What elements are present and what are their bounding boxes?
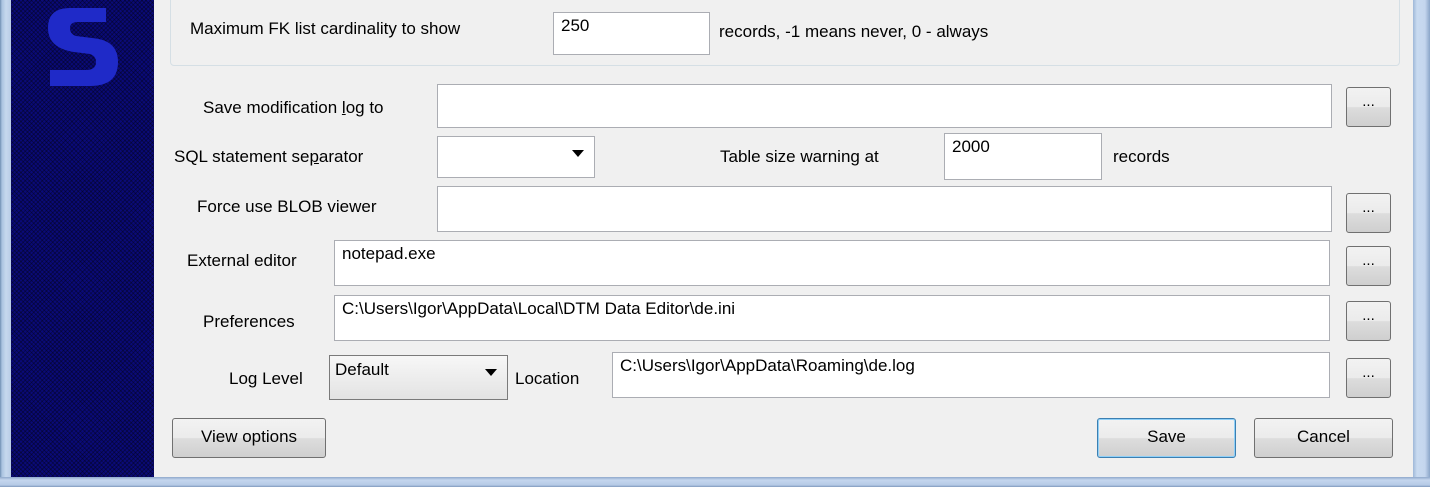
chevron-down-icon xyxy=(485,369,497,376)
log-location-label: Location xyxy=(515,369,580,388)
s-logo-icon xyxy=(48,8,118,86)
window-frame-bottom xyxy=(0,477,1430,487)
save-log-input[interactable] xyxy=(437,84,1332,128)
fk-cardinality-input[interactable]: 250 xyxy=(553,12,710,55)
table-warning-unit: records xyxy=(1113,147,1170,166)
external-editor-label: External editor xyxy=(187,251,297,270)
table-warning-input[interactable]: 2000 xyxy=(944,133,1102,180)
table-warning-label: Table size warning at xyxy=(720,147,879,166)
view-options-button[interactable]: View options xyxy=(172,418,326,458)
blob-viewer-browse-button[interactable]: ... xyxy=(1346,193,1391,233)
preferences-label: Preferences xyxy=(203,312,295,331)
preferences-browse-button[interactable]: ... xyxy=(1346,301,1391,341)
log-level-select[interactable]: Default xyxy=(329,355,508,400)
blob-viewer-label: Force use BLOB viewer xyxy=(197,197,377,216)
sql-separator-select[interactable] xyxy=(437,136,595,178)
fk-cardinality-hint: records, -1 means never, 0 - always xyxy=(719,22,989,41)
external-editor-browse-button[interactable]: ... xyxy=(1346,246,1391,286)
save-log-label: Save modification log to xyxy=(203,98,384,117)
dialog-client-area xyxy=(11,0,1413,477)
fk-cardinality-label: Maximum FK list cardinality to show xyxy=(190,19,461,38)
save-button[interactable]: Save xyxy=(1097,418,1236,458)
window-frame-left xyxy=(0,0,11,487)
preferences-input[interactable]: C:\Users\Igor\AppData\Local\DTM Data Edi… xyxy=(334,295,1330,341)
save-log-browse-button[interactable]: ... xyxy=(1346,87,1391,127)
cancel-button[interactable]: Cancel xyxy=(1254,418,1393,458)
log-location-input[interactable]: C:\Users\Igor\AppData\Roaming\de.log xyxy=(612,352,1330,398)
sql-separator-label: SQL statement separator xyxy=(174,147,364,166)
external-editor-input[interactable]: notepad.exe xyxy=(334,240,1330,286)
log-level-label: Log Level xyxy=(229,369,303,388)
window-frame-right xyxy=(1413,0,1430,487)
chevron-down-icon xyxy=(572,150,584,157)
blob-viewer-input[interactable] xyxy=(437,186,1332,232)
log-location-browse-button[interactable]: ... xyxy=(1346,358,1391,398)
